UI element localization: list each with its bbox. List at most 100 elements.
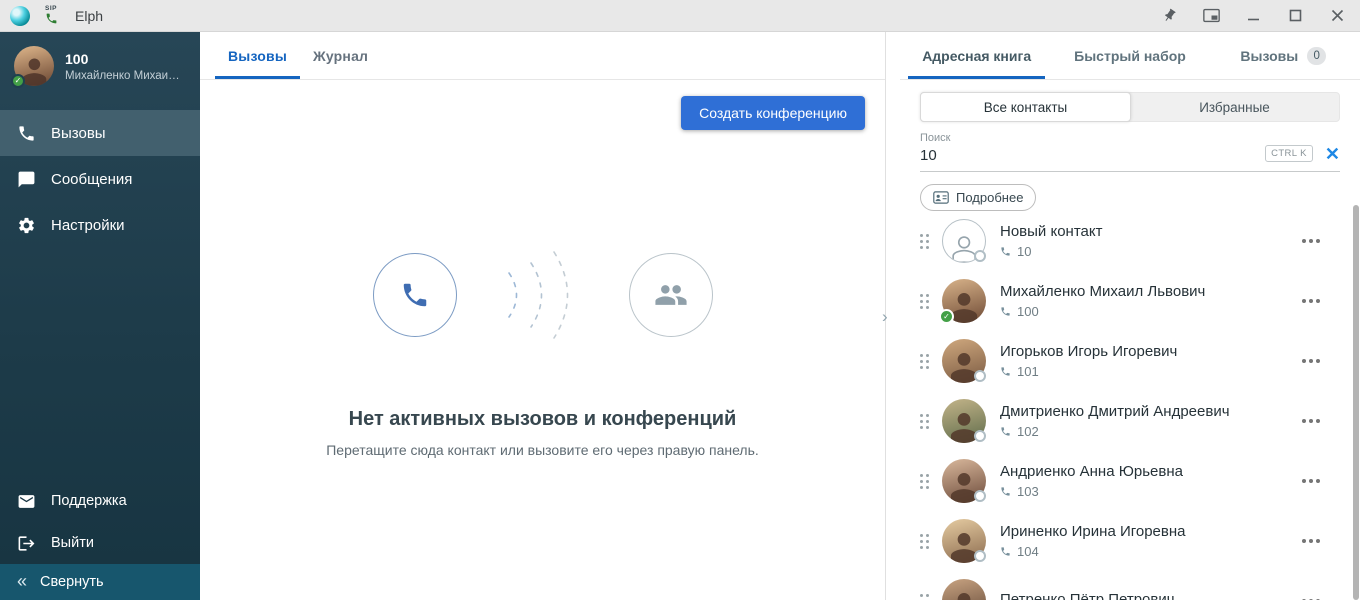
gear-icon [17, 216, 36, 235]
main-area: Вызовы Журнал Создать конференцию [200, 32, 886, 600]
user-extension: 100 [65, 51, 180, 67]
offline-status-badge [974, 550, 986, 562]
sidebar-item-support[interactable]: Поддержка [0, 480, 200, 522]
contact-name: Игорьков Игорь Игоревич [1000, 343, 1298, 360]
contact-row[interactable]: Петренко Пётр Петрович [920, 571, 1340, 600]
sidebar-item-label: Сообщения [51, 171, 132, 188]
offline-status-badge [974, 370, 986, 382]
drag-handle-icon[interactable] [920, 474, 930, 489]
sidebar-nav: Вызовы Сообщения Настройки [0, 110, 200, 248]
empty-state-subtitle: Перетащите сюда контакт или вызовите его… [326, 442, 759, 458]
contact-more-button[interactable] [1298, 593, 1324, 600]
segment-all-contacts[interactable]: Все контакты [920, 92, 1131, 122]
contact-row[interactable]: ✓ Михайленко Михаил Львович 100 [920, 271, 1340, 331]
phone-icon [1000, 486, 1011, 497]
collapse-icon: « [17, 572, 27, 590]
signal-arcs-icon [457, 237, 629, 353]
tab-address-book[interactable]: Адресная книга [900, 32, 1053, 79]
sidebar-item-label: Поддержка [51, 493, 127, 509]
tab-speed-dial[interactable]: Быстрый набор [1053, 32, 1206, 79]
sidebar-item-logout[interactable]: Выйти [0, 522, 200, 564]
contact-name: Ириненко Ирина Игоревна [1000, 523, 1298, 540]
contact-row[interactable]: Ириненко Ирина Игоревна 104 [920, 511, 1340, 571]
contact-avatar [942, 579, 986, 600]
sidebar-footer: Поддержка Выйти [0, 480, 200, 564]
clear-search-icon[interactable]: ✕ [1325, 145, 1340, 163]
user-profile[interactable]: ✓ 100 Михайленко Михаи… [0, 32, 200, 102]
search-label: Поиск [920, 132, 1265, 144]
tab-journal[interactable]: Журнал [300, 32, 381, 79]
contact-number: 101 [1000, 364, 1298, 379]
scrollbar-thumb[interactable] [1353, 205, 1359, 600]
main-tabbar: Вызовы Журнал [200, 32, 885, 80]
contact-row[interactable]: Андриенко Анна Юрьевна 103 [920, 451, 1340, 511]
contact-row[interactable]: Дмитриенко Дмитрий Андреевич 102 [920, 391, 1340, 451]
sidebar-item-calls[interactable]: Вызовы [0, 110, 200, 156]
contact-more-button[interactable] [1298, 233, 1324, 249]
mail-icon [17, 492, 36, 511]
contact-more-button[interactable] [1298, 413, 1324, 429]
contacts-filter-segmented: Все контакты Избранные [920, 92, 1340, 122]
drag-handle-icon[interactable] [920, 234, 930, 249]
contacts-scrollbar [1353, 205, 1359, 600]
contact-more-button[interactable] [1298, 473, 1324, 489]
drag-handle-icon[interactable] [920, 294, 930, 309]
contact-row[interactable]: Новый контакт 10 [920, 211, 1340, 271]
tab-panel-calls[interactable]: Вызовы 0 [1207, 32, 1360, 79]
calls-count-badge: 0 [1307, 47, 1326, 65]
tab-calls[interactable]: Вызовы [215, 32, 300, 79]
compact-view-icon[interactable] [1202, 7, 1220, 25]
details-button[interactable]: Подробнее [920, 184, 1036, 211]
calls-empty-area: Создать конференцию [200, 80, 885, 600]
contact-name: Петренко Пётр Петрович [1000, 591, 1298, 600]
drag-handle-icon[interactable] [920, 354, 930, 369]
app-logo-icon [10, 6, 30, 26]
contact-list: Новый контакт 10 ✓ [920, 211, 1340, 600]
phone-icon [1000, 246, 1011, 257]
sidebar-item-settings[interactable]: Настройки [0, 202, 200, 248]
right-tabbar: Адресная книга Быстрый набор Вызовы 0 [900, 32, 1360, 80]
contact-more-button[interactable] [1298, 533, 1324, 549]
logout-icon [17, 534, 36, 553]
minimize-icon[interactable] [1244, 7, 1262, 25]
contact-more-button[interactable] [1298, 353, 1324, 369]
empty-state-title: Нет активных вызовов и конференций [349, 408, 737, 431]
sip-phone-icon: SIP [39, 6, 63, 26]
drag-handle-icon[interactable] [920, 414, 930, 429]
pin-icon[interactable] [1160, 7, 1178, 25]
contact-name: Михайленко Михаил Львович [1000, 283, 1298, 300]
sidebar: ✓ 100 Михайленко Михаи… Вызовы Сообщения [0, 32, 200, 600]
contact-row[interactable]: Игорьков Игорь Игоревич 101 [920, 331, 1340, 391]
conference-circle-icon [629, 253, 713, 337]
phone-icon [1000, 546, 1011, 557]
search-input[interactable] [920, 144, 1265, 164]
collapse-sidebar-button[interactable]: « Свернуть [0, 564, 200, 600]
offline-status-badge [974, 490, 986, 502]
offline-status-badge [974, 250, 986, 262]
drag-handle-icon[interactable] [920, 594, 930, 600]
user-name: Михайленко Михаи… [65, 70, 180, 82]
sidebar-item-label: Настройки [51, 217, 125, 234]
sidebar-item-messages[interactable]: Сообщения [0, 156, 200, 202]
create-conference-button[interactable]: Создать конференцию [681, 96, 865, 130]
search-field: Поиск CTRL K ✕ [920, 132, 1340, 172]
contact-name: Новый контакт [1000, 223, 1298, 240]
phone-icon [17, 124, 36, 143]
phone-circle-icon [373, 253, 457, 337]
drag-handle-icon[interactable] [920, 534, 930, 549]
contact-more-button[interactable] [1298, 293, 1324, 309]
contact-number: 103 [1000, 484, 1298, 499]
contact-name: Андриенко Анна Юрьевна [1000, 463, 1298, 480]
collapse-label: Свернуть [40, 574, 104, 590]
segment-favorites[interactable]: Избранные [1130, 93, 1339, 121]
phone-icon [1000, 306, 1011, 317]
contact-number: 100 [1000, 304, 1298, 319]
contact-name: Дмитриенко Дмитрий Андреевич [1000, 403, 1298, 420]
maximize-icon[interactable] [1286, 7, 1304, 25]
close-icon[interactable] [1328, 7, 1346, 25]
sidebar-item-label: Выйти [51, 535, 94, 551]
panel-divider: › [886, 32, 900, 600]
contact-card-icon [933, 191, 949, 204]
sidebar-item-label: Вызовы [51, 125, 106, 142]
titlebar: SIP Elph [0, 0, 1360, 32]
